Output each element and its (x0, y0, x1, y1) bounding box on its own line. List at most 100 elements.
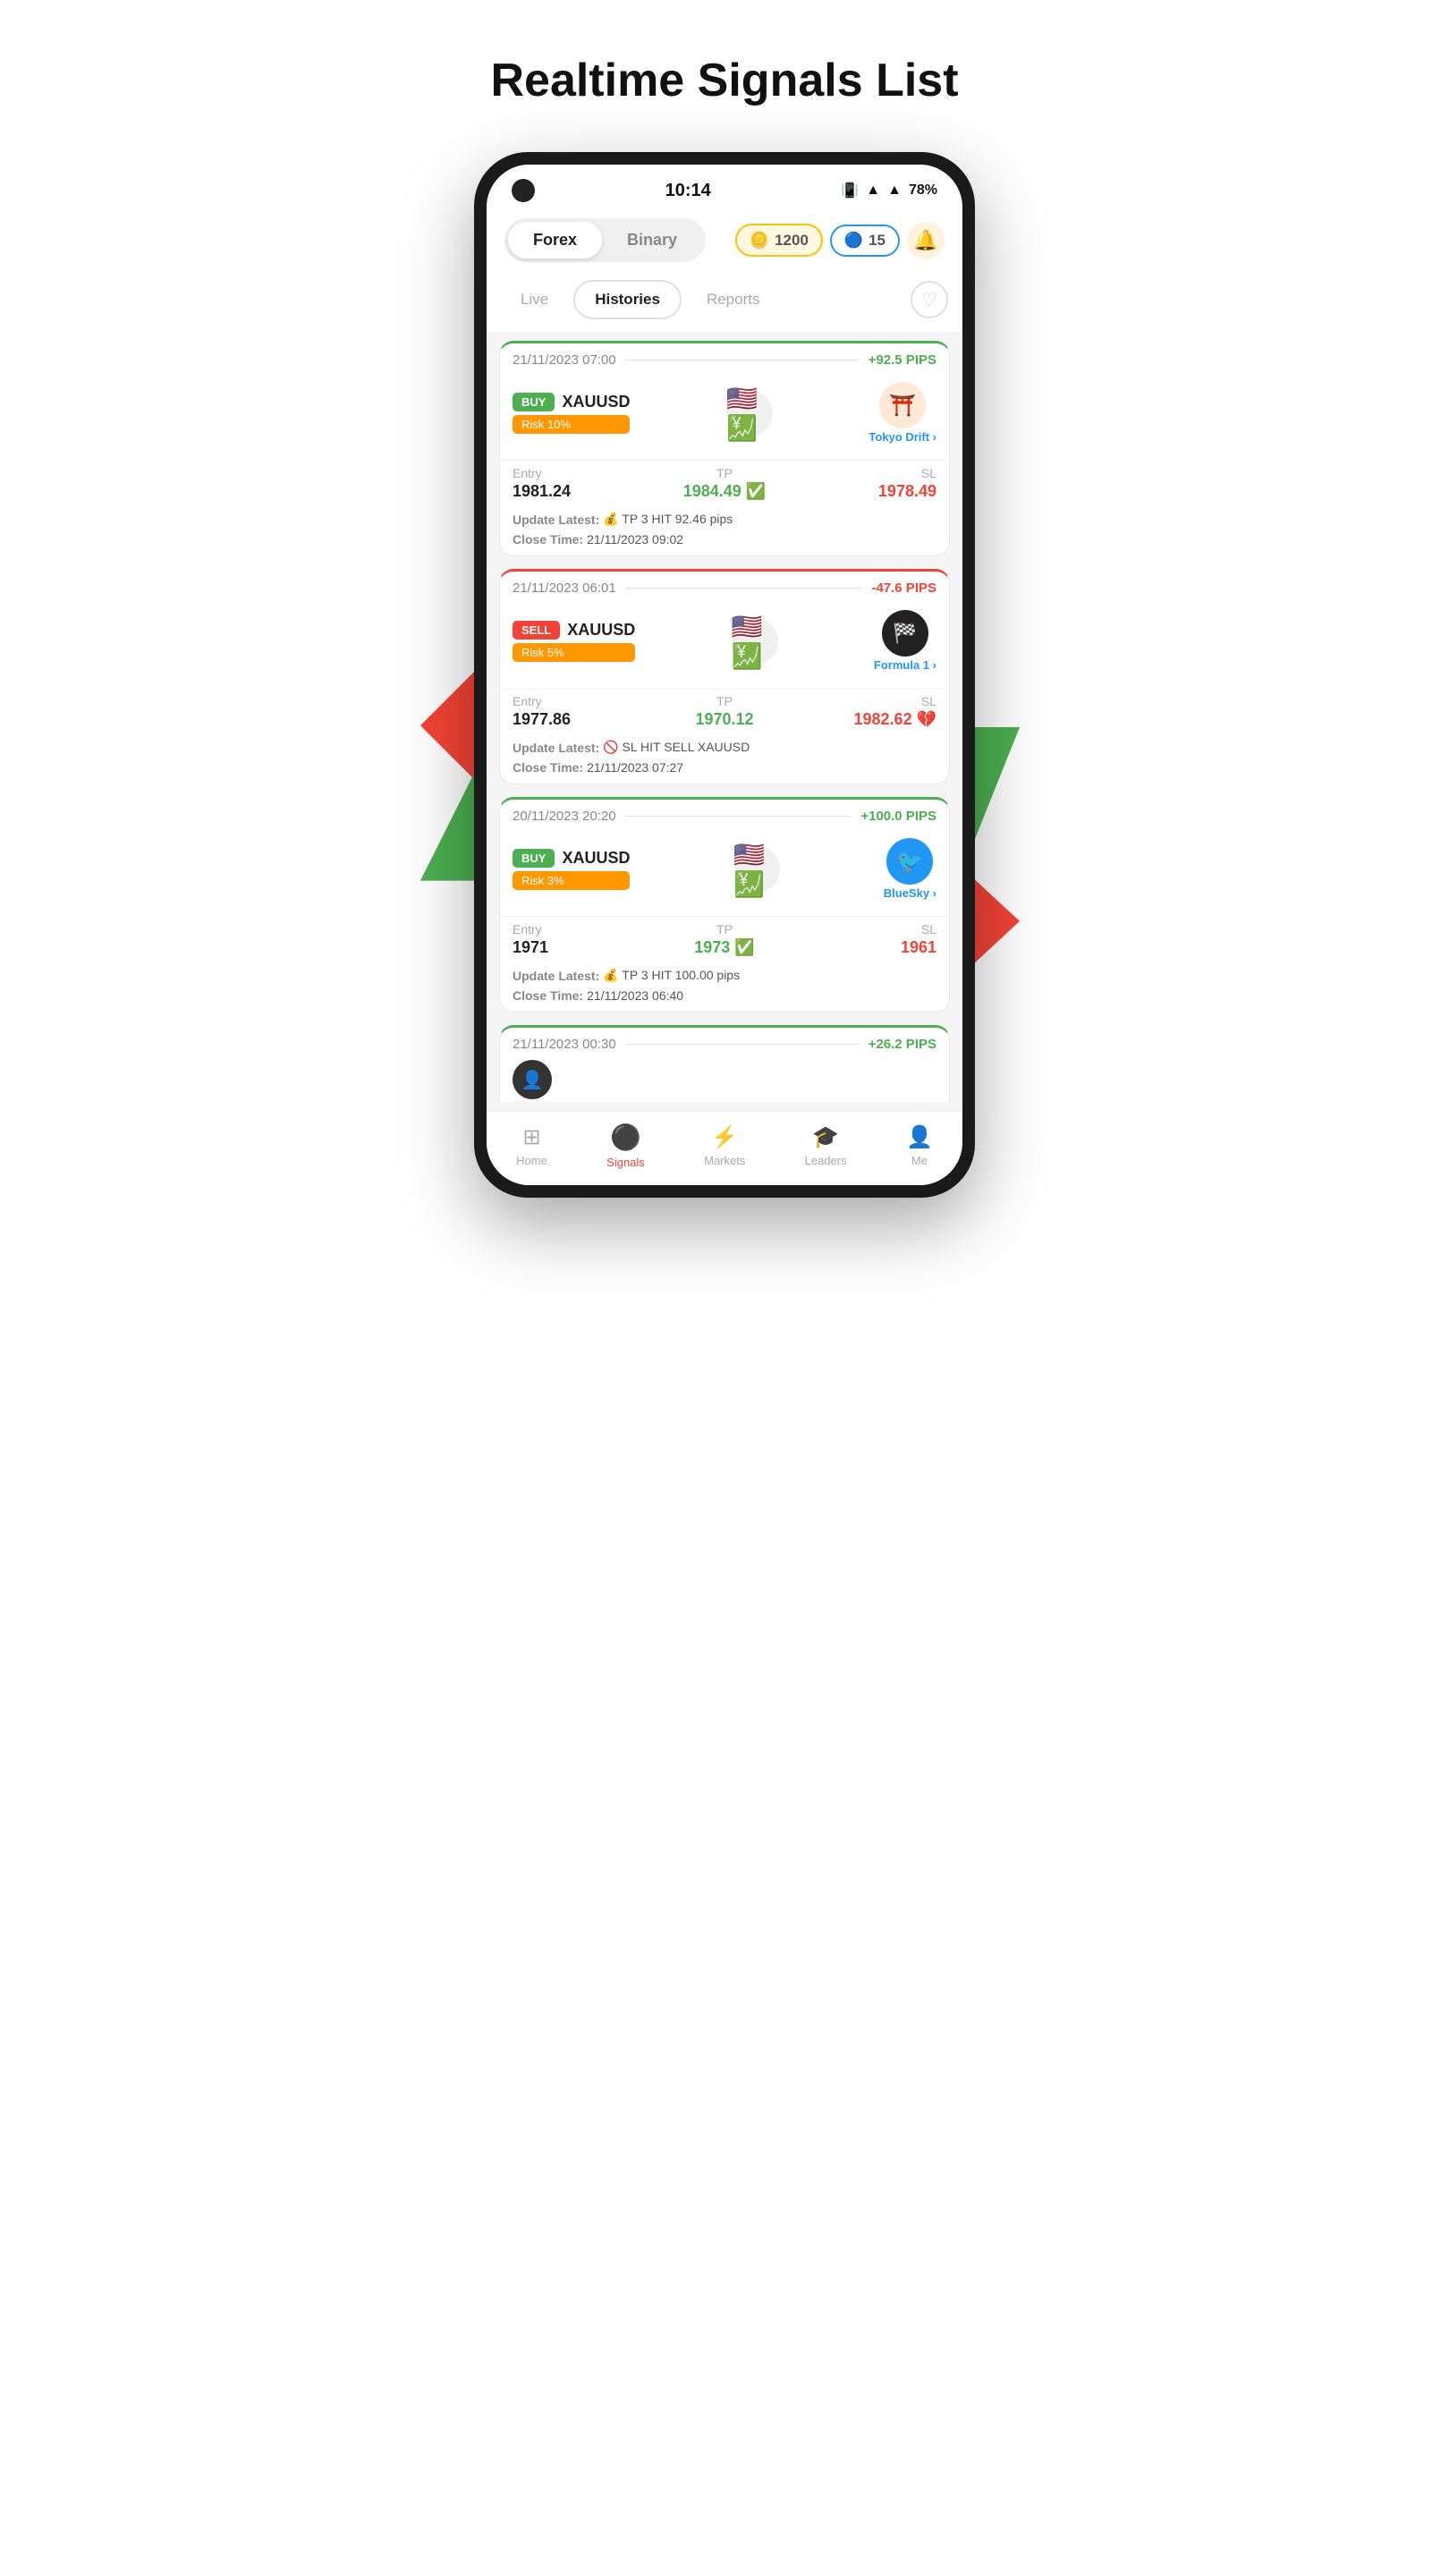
flag-icon-3: 🇺🇸💹 (733, 846, 780, 893)
card-body-2: SELL XAUUSD Risk 5% 🇺🇸💹 🏁 Formula 1 › (500, 601, 949, 688)
sl-value-1: 1978.49 (878, 482, 936, 501)
nav-markets[interactable]: ⚡ Markets (704, 1124, 745, 1167)
update-text-1: 💰 TP 3 HIT 92.46 pips (603, 512, 733, 527)
tab-binary[interactable]: Binary (602, 222, 702, 258)
status-icons: 📳 ▲ ▲ 78% (841, 182, 937, 199)
entry-col-3: Entry 1971 (513, 922, 654, 957)
bottom-nav: ⊞ Home ⚫ Signals ⚡ Markets 🎓 Leaders 👤 (487, 1111, 962, 1185)
nav-me[interactable]: 👤 Me (906, 1124, 933, 1167)
sl-value-3: 1961 (901, 938, 936, 957)
home-icon: ⊞ (522, 1124, 540, 1150)
provider-avatar-1: ⛩️ (879, 382, 926, 428)
flag-icon-2: 🇺🇸💹 (732, 618, 778, 665)
sub-tab-reports[interactable]: Reports (687, 282, 780, 318)
flag-icon-1: 🇺🇸💹 (726, 390, 773, 436)
close-time-3: 21/11/2023 06:40 (587, 988, 683, 1003)
trade-info-3: BUY XAUUSD (513, 849, 630, 868)
buy-badge-1: BUY (513, 393, 555, 411)
update-row-1: Update Latest: 💰 TP 3 HIT 92.46 pips (500, 506, 949, 530)
top-tabs: Forex Binary 🪙 1200 🔵 15 🔔 (487, 209, 962, 273)
card-date-2: 21/11/2023 06:01 (513, 580, 616, 596)
provider-name-1[interactable]: Tokyo Drift › (869, 430, 936, 444)
tp-col-1: TP 1984.49 ✅ (654, 466, 795, 501)
coins-value: 1200 (775, 232, 809, 250)
card-header-2: 21/11/2023 06:01 -47.6 PIPS (500, 572, 949, 601)
card-date-1: 21/11/2023 07:00 (513, 352, 616, 368)
nav-leaders[interactable]: 🎓 Leaders (805, 1124, 847, 1167)
card-right-2: 🏁 Formula 1 › (874, 610, 936, 672)
card-center-2: 🇺🇸💹 (732, 618, 778, 665)
provider-avatar-4: 👤 (513, 1060, 552, 1099)
followers-badge[interactable]: 🔵 15 (830, 225, 900, 257)
card-left-2: SELL XAUUSD Risk 5% (513, 621, 635, 662)
sl-value-2: 1982.62 💔 (854, 710, 936, 729)
tp-col-2: TP 1970.12 (654, 694, 795, 729)
price-row-1: Entry 1981.24 TP 1984.49 ✅ SL 1978.49 (500, 460, 949, 506)
card-left-1: BUY XAUUSD Risk 10% (513, 393, 630, 434)
nav-leaders-label: Leaders (805, 1154, 847, 1167)
card-pips-3: +100.0 PIPS (860, 809, 936, 824)
battery-text: 78% (909, 182, 937, 199)
heart-button[interactable]: ♡ (911, 281, 948, 318)
signal-card-4-partial[interactable]: 21/11/2023 00:30 +26.2 PIPS 👤 (499, 1025, 950, 1102)
signal-card-2[interactable]: 21/11/2023 06:01 -47.6 PIPS SELL XAUUSD (499, 569, 950, 784)
entry-value-3: 1971 (513, 938, 654, 957)
tp-col-3: TP 1973 ✅ (654, 922, 795, 957)
trade-info-1: BUY XAUUSD (513, 393, 630, 411)
card-header-1: 21/11/2023 07:00 +92.5 PIPS (500, 343, 949, 373)
risk-badge-2: Risk 5% (513, 643, 635, 662)
pair-name-1: XAUUSD (562, 393, 630, 411)
tab-forex[interactable]: Forex (508, 222, 602, 258)
card-date-3: 20/11/2023 20:20 (513, 809, 616, 824)
update-row-2: Update Latest: 🚫 SL HIT SELL XAUUSD (500, 734, 949, 758)
sub-tab-histories[interactable]: Histories (573, 280, 682, 319)
followers-value: 15 (869, 232, 886, 250)
sl-col-1: SL 1978.49 (795, 466, 936, 501)
price-row-3: Entry 1971 TP 1973 ✅ SL 1961 (500, 916, 949, 962)
sell-badge-2: SELL (513, 621, 560, 640)
status-time: 10:14 (665, 181, 711, 201)
signals-list: 21/11/2023 07:00 +92.5 PIPS BUY XAUUSD (487, 332, 962, 1111)
provider-name-2[interactable]: Formula 1 › (874, 658, 936, 672)
card-header-3: 20/11/2023 20:20 +100.0 PIPS (500, 800, 949, 829)
top-badges: 🪙 1200 🔵 15 🔔 (735, 222, 945, 259)
card-center-1: 🇺🇸💹 (726, 390, 773, 436)
entry-col-2: Entry 1977.86 (513, 694, 654, 729)
tp-value-2: 1970.12 (695, 710, 753, 729)
risk-badge-3: Risk 3% (513, 871, 630, 890)
sl-col-2: SL 1982.62 💔 (795, 694, 936, 729)
nav-home[interactable]: ⊞ Home (516, 1124, 547, 1167)
camera-dot (512, 179, 535, 202)
card-pips-2: -47.6 PIPS (871, 580, 936, 596)
pair-name-2: XAUUSD (567, 621, 635, 640)
sub-tab-live[interactable]: Live (501, 282, 568, 318)
card-left-3: BUY XAUUSD Risk 3% (513, 849, 630, 890)
card-pips-4: +26.2 PIPS (869, 1037, 936, 1052)
close-time-2: 21/11/2023 07:27 (587, 760, 683, 775)
update-text-2: 🚫 SL HIT SELL XAUUSD (603, 740, 750, 755)
signal-card-1[interactable]: 21/11/2023 07:00 +92.5 PIPS BUY XAUUSD (499, 341, 950, 556)
close-time-row-3: Close Time: 21/11/2023 06:40 (500, 987, 949, 1012)
signal-card-3[interactable]: 20/11/2023 20:20 +100.0 PIPS BUY XAUUSD (499, 797, 950, 1013)
provider-name-3[interactable]: BlueSky › (884, 886, 936, 900)
card-body-3: BUY XAUUSD Risk 3% 🇺🇸💹 🐦 BlueSky › (500, 829, 949, 916)
coins-badge[interactable]: 🪙 1200 (735, 224, 823, 257)
nav-signals[interactable]: ⚫ Signals (606, 1123, 645, 1169)
card-date-4: 21/11/2023 00:30 (513, 1037, 616, 1052)
pair-name-3: XAUUSD (562, 849, 630, 868)
risk-badge-1: Risk 10% (513, 415, 630, 434)
bell-button[interactable]: 🔔 (907, 222, 945, 259)
entry-value-2: 1977.86 (513, 710, 654, 729)
close-time-1: 21/11/2023 09:02 (587, 532, 683, 547)
nav-me-label: Me (911, 1154, 928, 1167)
buy-badge-3: BUY (513, 849, 555, 868)
vibrate-icon: 📳 (841, 182, 859, 199)
card-top-row-2: SELL XAUUSD Risk 5% 🇺🇸💹 🏁 Formula 1 › (513, 610, 936, 672)
status-bar: 10:14 📳 ▲ ▲ 78% (487, 165, 962, 209)
card-center-3: 🇺🇸💹 (733, 846, 780, 893)
tab-group: Forex Binary (504, 218, 706, 262)
price-row-2: Entry 1977.86 TP 1970.12 SL 1982.62 💔 (500, 688, 949, 734)
phone-screen: 10:14 📳 ▲ ▲ 78% Forex Binary 🪙 1200 (487, 165, 962, 1185)
me-icon: 👤 (906, 1124, 933, 1150)
wifi-icon: ▲ (866, 182, 880, 199)
